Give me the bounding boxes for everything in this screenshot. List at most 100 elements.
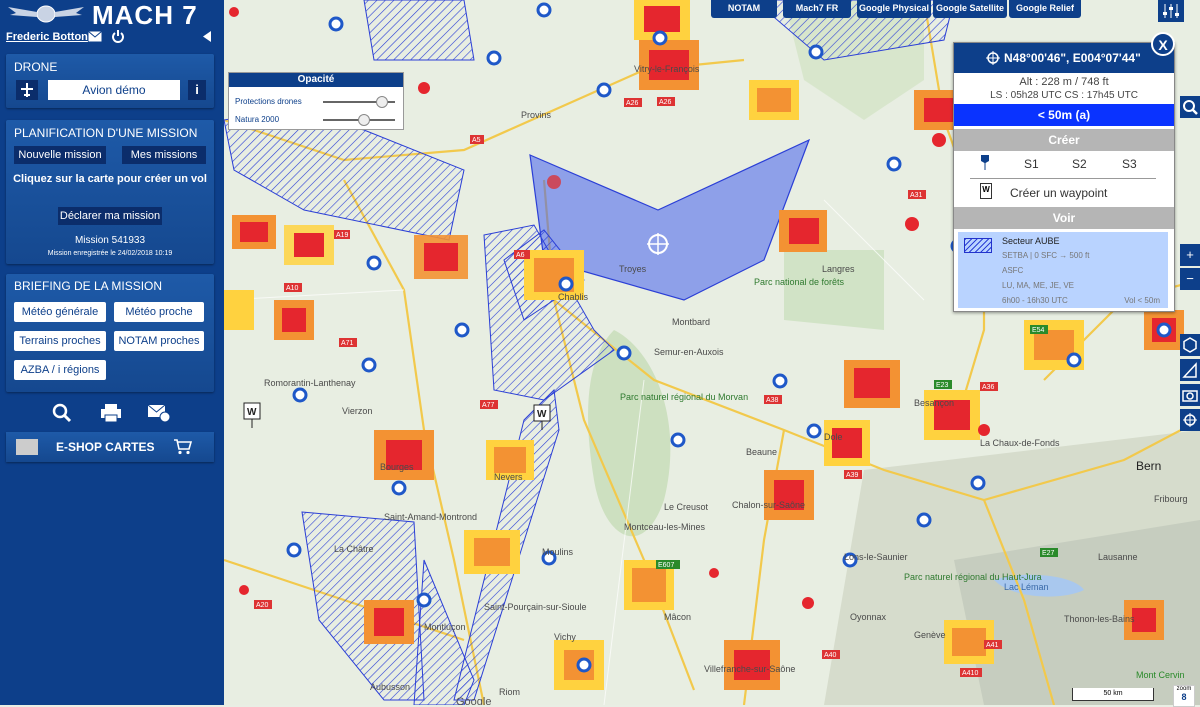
point-coordinates: N48°00'46", E004°07'44": [1004, 51, 1141, 65]
sector-days: LU, MA, ME, JE, VE: [1002, 281, 1075, 290]
mission-panel: PLANIFICATION D'UNE MISSION Nouvelle mis…: [6, 120, 214, 264]
city-label: Saint-Amand-Montrond: [384, 512, 477, 522]
declare-mission-button[interactable]: Déclarer ma mission: [58, 207, 162, 225]
city-label: Oyonnax: [850, 612, 887, 622]
nearby-airfields-button[interactable]: Terrains proches: [14, 331, 106, 351]
locate-icon[interactable]: [1180, 409, 1200, 431]
aircraft-field[interactable]: Avion démo: [48, 80, 180, 100]
nearby-notam-button[interactable]: NOTAM proches: [114, 331, 204, 351]
mail-icon[interactable]: [88, 31, 102, 42]
sector-card[interactable]: Secteur AUBE SETBA | 0 SFC → 500 ft ASFC…: [958, 232, 1168, 308]
briefing-title: BRIEFING DE LA MISSION: [14, 279, 163, 293]
mission-saved-date: Mission enregistrée le 24/02/2018 10:19: [47, 250, 173, 257]
city-label: Nevers: [494, 472, 523, 482]
azba-regions-button[interactable]: AZBA / i régions: [14, 360, 106, 380]
city-label: Thonon-les-Bains: [1064, 614, 1135, 624]
zoom-out-button[interactable]: −: [1180, 268, 1200, 290]
drone-protection-opacity-thumb[interactable]: [375, 96, 388, 108]
tab-google-satellite[interactable]: Google Satellite: [933, 0, 1007, 18]
pin-icon[interactable]: [980, 154, 990, 170]
svg-text:A26: A26: [626, 100, 639, 107]
tab-google-physical[interactable]: Google Physical: [857, 0, 931, 18]
svg-text:A38: A38: [766, 397, 779, 404]
google-logo: Google: [456, 696, 492, 705]
city-label: Montluçon: [424, 622, 466, 632]
svg-text:W: W: [247, 407, 257, 418]
city-label: Moulins: [542, 547, 574, 557]
new-mission-button[interactable]: Nouvelle mission: [14, 146, 106, 164]
brand-header: MACH 7 Frederic Botton: [0, 0, 224, 46]
mail-settings-icon[interactable]: [147, 403, 171, 423]
mission-hint: Cliquez sur la carte pour créer un vol: [13, 173, 207, 185]
park-label: Parc naturel régional du Morvan: [620, 392, 748, 402]
search-icon[interactable]: [52, 403, 72, 423]
my-missions-button[interactable]: Mes missions: [122, 146, 206, 164]
tab-google-relief[interactable]: Google Relief: [1009, 0, 1081, 18]
user-name-link[interactable]: Frederic Botton: [6, 31, 88, 43]
sector-detail: SETBA | 0 SFC → 500 ft: [1002, 251, 1090, 260]
natura2000-opacity-thumb[interactable]: [357, 114, 370, 126]
lake-label: Lac Léman: [1004, 582, 1049, 592]
svg-text:A71: A71: [341, 340, 354, 347]
city-label: Dole: [824, 432, 843, 442]
park-label: Parc naturel régional du Haut-Jura: [904, 572, 1042, 582]
city-label: Lausanne: [1098, 552, 1138, 562]
zoom-in-button[interactable]: +: [1180, 244, 1200, 266]
create-waypoint-button[interactable]: Créer un waypoint: [1010, 186, 1107, 200]
city-label: La Châtre: [334, 544, 374, 554]
svg-text:A6: A6: [516, 252, 525, 259]
drone-type-icon[interactable]: [16, 80, 38, 100]
mission-title: PLANIFICATION D'UNE MISSION: [14, 126, 198, 140]
layer-settings-icon[interactable]: [1158, 0, 1184, 22]
svg-text:A36: A36: [982, 384, 995, 391]
city-label: Montceau-les-Mines: [624, 522, 706, 532]
city-label: Troyes: [619, 264, 647, 274]
svg-text:A20: A20: [256, 602, 269, 609]
drone-panel: DRONE Avion démo i: [6, 54, 214, 108]
svg-text:E54: E54: [1032, 327, 1045, 334]
measure-tool-icon[interactable]: [1180, 359, 1200, 381]
collapse-arrow-icon[interactable]: [203, 31, 212, 42]
sector-detail: ASFC: [1002, 266, 1024, 275]
polygon-tool-icon[interactable]: [1180, 334, 1200, 356]
close-button[interactable]: X: [1151, 32, 1175, 56]
hexagon-icon: [1183, 337, 1197, 353]
s2-button[interactable]: S2: [1072, 157, 1087, 171]
svg-text:A19: A19: [336, 232, 349, 239]
s1-button[interactable]: S1: [1024, 157, 1039, 171]
crosshair-icon: [986, 51, 1000, 65]
tab-notam[interactable]: NOTAM: [711, 0, 777, 18]
power-icon[interactable]: [112, 30, 124, 43]
svg-text:A77: A77: [482, 402, 495, 409]
target-icon: [1183, 413, 1197, 427]
svg-text:A10: A10: [286, 285, 299, 292]
general-weather-button[interactable]: Météo générale: [14, 302, 106, 322]
city-label: Fribourg: [1154, 494, 1188, 504]
svg-text:E607: E607: [658, 562, 674, 569]
city-label: Bern: [1136, 459, 1161, 473]
camera-icon[interactable]: [1180, 384, 1200, 406]
city-label: Semur-en-Auxois: [654, 347, 724, 357]
city-label: Beaune: [746, 447, 777, 457]
print-icon[interactable]: [100, 403, 122, 423]
divider: [970, 178, 1156, 179]
svg-text:A5: A5: [472, 137, 481, 144]
city-label: Besançon: [914, 398, 954, 408]
waypoint-icon[interactable]: W: [980, 183, 992, 199]
eshop-button[interactable]: E-SHOP CARTES: [6, 432, 214, 462]
search-icon[interactable]: [1180, 96, 1200, 118]
sidebar: MACH 7 Frederic Botton DRONE Avion démo …: [0, 0, 224, 705]
info-icon[interactable]: i: [188, 80, 206, 100]
city-label: Vichy: [554, 632, 576, 642]
sunrise-sunset: LS : 05h28 UTC CS : 17h45 UTC: [990, 90, 1138, 101]
mission-number: Mission 541933: [74, 235, 146, 246]
tab-mach7-fr[interactable]: Mach7 FR: [783, 0, 851, 18]
create-section-header: Créer: [954, 129, 1174, 151]
s3-button[interactable]: S3: [1122, 157, 1137, 171]
svg-text:A26: A26: [659, 99, 672, 106]
city-label: Vitry-le-François: [634, 64, 700, 74]
cart-icon: [174, 439, 192, 455]
nearby-weather-button[interactable]: Météo proche: [114, 302, 204, 322]
sector-name: Secteur AUBE: [1002, 236, 1060, 246]
hatched-sector-icon: [964, 238, 992, 253]
